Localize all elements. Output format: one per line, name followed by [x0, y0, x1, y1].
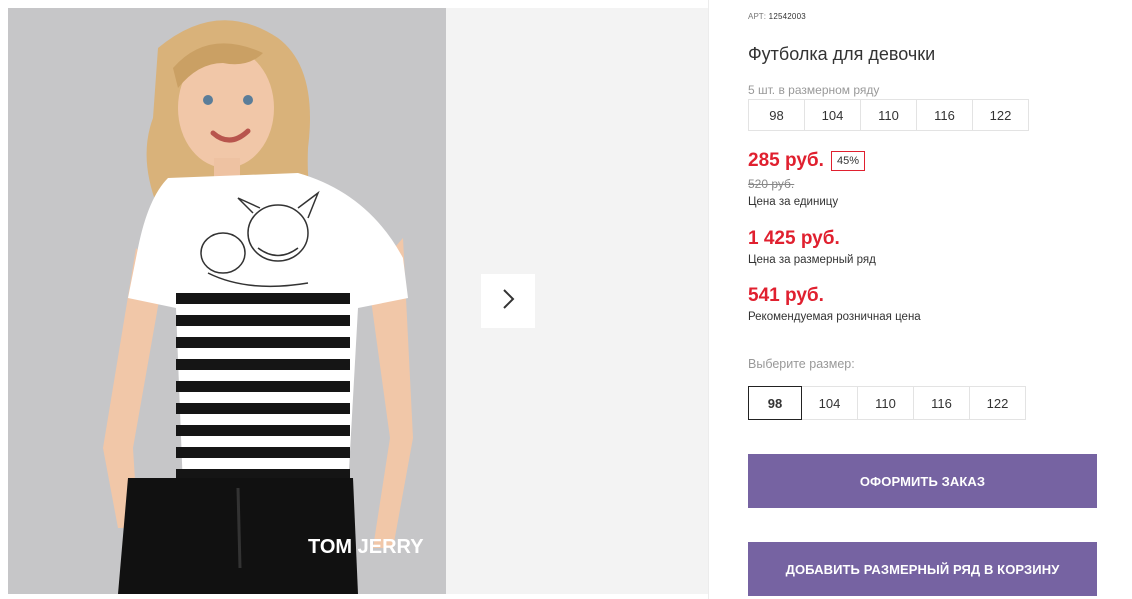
size-option-110[interactable]: 110: [857, 386, 914, 420]
pack-size-cell: 98: [748, 99, 805, 131]
shorts-print-text: TOM JERRY: [308, 536, 424, 558]
discount-badge: 45%: [831, 151, 866, 171]
unit-price-note: Цена за единицу: [748, 196, 839, 208]
pack-size-row: 98 104 110 116 122: [748, 99, 1029, 131]
gallery-next-button[interactable]: [481, 274, 535, 328]
product-title: Футболка для девочки: [748, 44, 936, 64]
size-option-116[interactable]: 116: [913, 386, 970, 420]
pack-price: 1 425 руб.: [748, 228, 840, 249]
article-value: 12542003: [768, 12, 806, 21]
pack-size-cell: 116: [916, 99, 973, 131]
pack-price-note: Цена за размерный ряд: [748, 254, 876, 266]
old-price: 520 руб.: [748, 177, 795, 191]
size-option-104[interactable]: 104: [801, 386, 858, 420]
pack-size-label: 5 шт. в размерном ряду: [748, 83, 880, 97]
size-option-98[interactable]: 98: [748, 386, 802, 420]
product-gallery: TOM JERRY: [8, 8, 708, 594]
article-label: АРТ:: [748, 12, 767, 21]
product-photo-image: TOM JERRY: [8, 8, 446, 594]
size-selector: 98 104 110 116 122: [748, 386, 1026, 420]
chevron-right-icon: [500, 288, 516, 315]
size-option-122[interactable]: 122: [969, 386, 1026, 420]
retail-price: 541 руб.: [748, 285, 824, 306]
pack-size-cell: 104: [804, 99, 861, 131]
pack-size-cell: 122: [972, 99, 1029, 131]
product-photo: TOM JERRY: [8, 8, 446, 594]
retail-price-note: Рекомендуемая розничная цена: [748, 311, 921, 323]
article-number: АРТ: 12542003: [748, 12, 806, 21]
unit-price: 285 руб.: [748, 150, 824, 171]
order-button[interactable]: ОФОРМИТЬ ЗАКАЗ: [748, 454, 1097, 508]
pack-size-cell: 110: [860, 99, 917, 131]
choose-size-label: Выберите размер:: [748, 357, 855, 371]
add-to-cart-button[interactable]: ДОБАВИТЬ РАЗМЕРНЫЙ РЯД В КОРЗИНУ: [748, 542, 1097, 596]
vertical-divider: [708, 0, 709, 599]
